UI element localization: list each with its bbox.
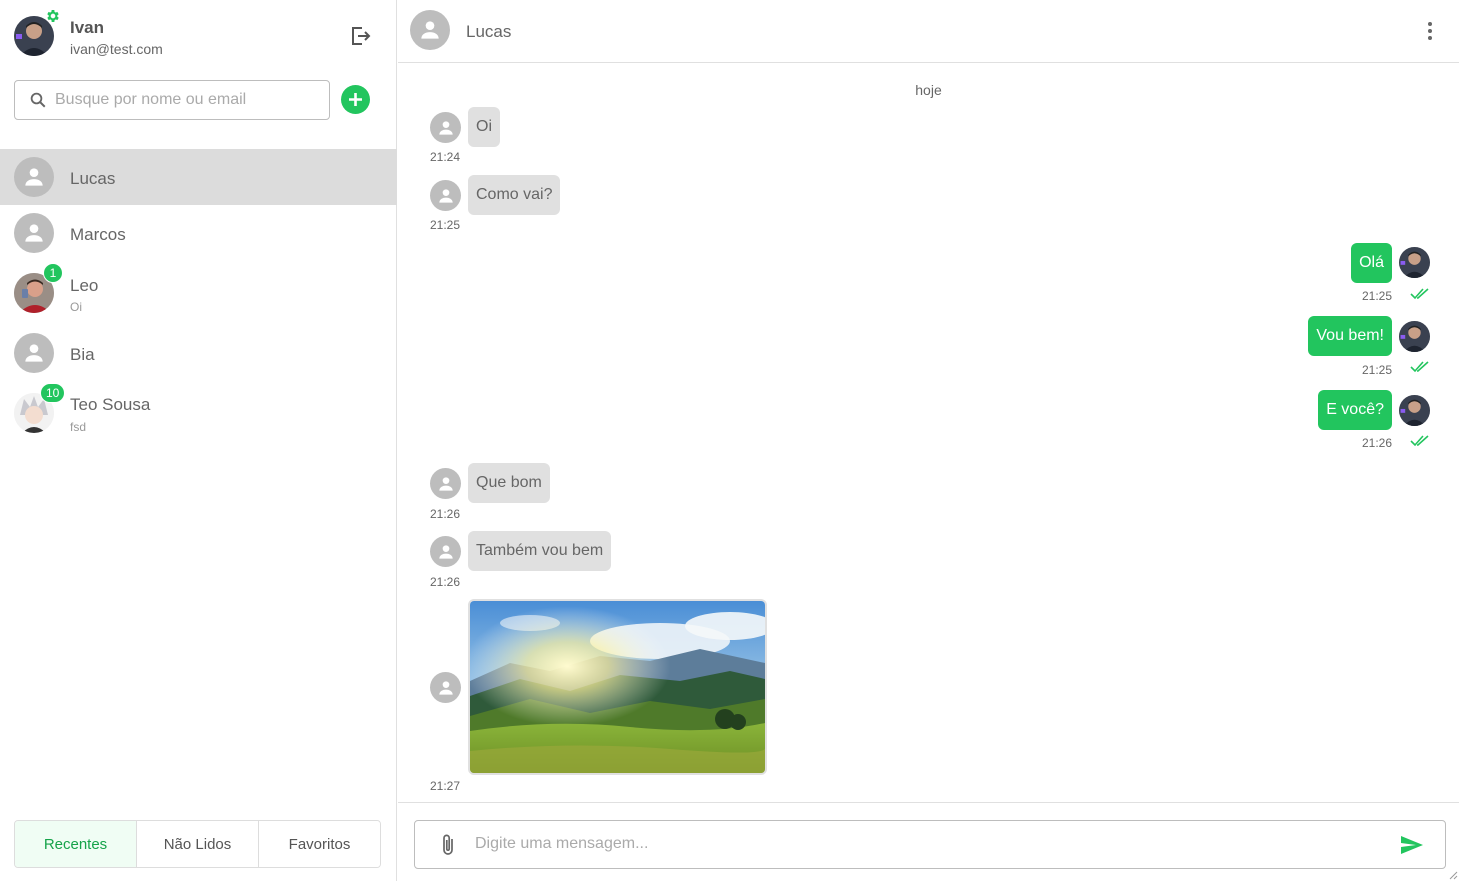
contact-filter-tabs: Recentes Não Lidos Favoritos xyxy=(14,820,381,868)
person-icon xyxy=(438,188,453,203)
date-separator: hoje xyxy=(915,82,942,98)
contact-name: Marcos xyxy=(70,225,126,244)
chat-header: Lucas xyxy=(398,0,1459,63)
message-bubble-incoming[interactable]: Oi xyxy=(468,107,500,147)
message-time: 21:25 xyxy=(1362,289,1393,303)
chat-contact-avatar[interactable] xyxy=(410,10,450,50)
sender-avatar xyxy=(430,536,461,567)
own-avatar xyxy=(1399,395,1430,426)
contact-name: Teo Sousa xyxy=(70,395,151,414)
search-box[interactable] xyxy=(14,80,330,120)
contact-last-message: fsd xyxy=(70,420,87,434)
sidebar: Ivan ivan@test.com Lucas Marcos xyxy=(0,0,397,881)
message-time: 21:26 xyxy=(1362,436,1393,450)
message-input[interactable] xyxy=(475,835,1375,853)
composer-bar xyxy=(398,802,1459,881)
person-icon xyxy=(438,120,453,135)
message-bubble-outgoing[interactable]: E você? xyxy=(1318,390,1392,430)
contact-item-bia[interactable]: Bia xyxy=(0,325,397,381)
sender-avatar xyxy=(430,112,461,143)
contact-name: Leo xyxy=(70,276,99,295)
message-image-landscape[interactable] xyxy=(468,599,767,775)
unread-badge: 10 xyxy=(40,383,66,403)
message-time: 21:25 xyxy=(1362,363,1393,377)
contact-item-marcos[interactable]: Marcos xyxy=(0,205,397,261)
resize-handle-icon[interactable] xyxy=(1448,870,1458,880)
person-icon xyxy=(25,224,43,242)
message-bubble-outgoing[interactable]: Vou bem! xyxy=(1308,316,1392,356)
user-name: Ivan xyxy=(70,18,105,37)
double-check-icon xyxy=(1410,288,1429,300)
own-avatar xyxy=(1399,247,1430,278)
message-bubble-outgoing[interactable]: Olá xyxy=(1351,243,1392,283)
plus-icon xyxy=(349,93,362,106)
sender-avatar xyxy=(430,468,461,499)
contact-avatar-placeholder xyxy=(14,333,54,373)
chat-contact-name: Lucas xyxy=(466,22,512,41)
person-icon xyxy=(25,344,43,362)
tab-recentes[interactable]: Recentes xyxy=(15,821,137,867)
paperclip-icon[interactable] xyxy=(439,833,459,857)
own-avatar xyxy=(1399,321,1430,352)
tab-nao-lidos[interactable]: Não Lidos xyxy=(137,821,259,867)
contact-last-message: Oi xyxy=(70,300,82,314)
settings-gear-icon[interactable] xyxy=(45,8,61,24)
contact-item-lucas[interactable]: Lucas xyxy=(0,149,397,205)
message-time: 21:26 xyxy=(430,507,461,521)
message-time: 21:24 xyxy=(430,150,461,164)
person-icon xyxy=(421,21,439,39)
contact-name: Lucas xyxy=(70,169,116,188)
person-icon xyxy=(25,168,43,186)
sender-avatar xyxy=(430,672,461,703)
double-check-icon xyxy=(1410,361,1429,373)
chat-panel: Lucas hoje Oi 21:24 Como vai? 21:25 Olá … xyxy=(398,0,1459,881)
message-time: 21:27 xyxy=(430,779,461,793)
unread-badge: 1 xyxy=(43,263,63,283)
message-bubble-incoming[interactable]: Que bom xyxy=(468,463,550,503)
message-bubble-incoming[interactable]: Como vai? xyxy=(468,175,561,215)
person-icon xyxy=(438,680,453,695)
add-contact-button[interactable] xyxy=(341,85,370,114)
user-email: ivan@test.com xyxy=(70,41,163,57)
contact-name: Bia xyxy=(70,345,95,364)
contact-avatar-placeholder xyxy=(14,213,54,253)
composer-box[interactable] xyxy=(414,820,1446,869)
more-options-icon[interactable] xyxy=(1420,20,1440,42)
person-icon xyxy=(438,544,453,559)
message-time: 21:25 xyxy=(430,218,461,232)
contact-item-leo[interactable]: 1 Leo Oi xyxy=(0,261,397,325)
search-icon xyxy=(30,92,46,108)
person-icon xyxy=(438,476,453,491)
double-check-icon xyxy=(1410,435,1429,447)
contact-item-teo-sousa[interactable]: 10 Teo Sousa fsd xyxy=(0,381,397,445)
logout-icon[interactable] xyxy=(348,24,372,48)
message-bubble-incoming[interactable]: Também vou bem xyxy=(468,531,612,571)
search-input[interactable] xyxy=(55,91,305,109)
send-icon[interactable] xyxy=(1399,833,1425,857)
message-time: 21:26 xyxy=(430,575,461,589)
contact-avatar-placeholder xyxy=(14,157,54,197)
sender-avatar xyxy=(430,180,461,211)
tab-favoritos[interactable]: Favoritos xyxy=(259,821,380,867)
